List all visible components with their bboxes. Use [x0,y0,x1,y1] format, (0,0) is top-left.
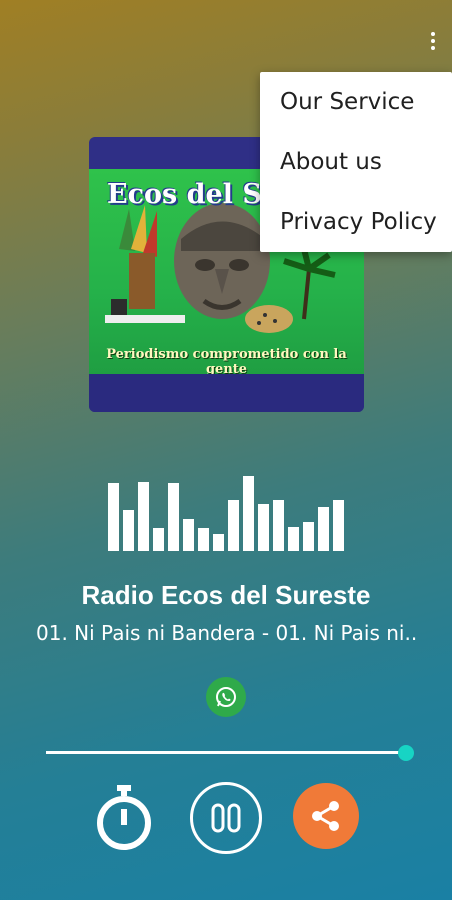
seek-bar-thumb[interactable] [398,745,414,761]
share-button[interactable] [293,783,359,849]
menu-item-our-service[interactable]: Our Service [260,72,452,132]
pause-button[interactable] [190,782,262,854]
cover-title: Ecos del S [107,179,262,210]
equalizer-bar [243,476,254,551]
track-title: 01. Ni Pais ni Bandera - 01. Ni Pais ni.… [36,621,418,645]
equalizer-bar [168,483,179,551]
equalizer-bar [198,528,209,551]
equalizer-bar [303,522,314,551]
pause-icon [211,803,241,833]
equalizer-bar [213,534,224,551]
whatsapp-icon[interactable] [206,677,246,717]
overflow-menu: Our Service About us Privacy Policy [260,72,452,252]
cover-subtitle: Periodismo comprometido con la gente [106,347,347,377]
equalizer-visualizer [108,476,346,551]
equalizer-bar [228,500,239,551]
share-icon [312,801,339,831]
equalizer-bar [273,500,284,551]
equalizer-bar [183,519,194,551]
overflow-menu-icon[interactable] [420,24,446,58]
equalizer-bar [123,510,134,551]
equalizer-bar [318,507,329,551]
equalizer-bar [138,482,149,551]
equalizer-bar [258,504,269,551]
menu-item-privacy-policy[interactable]: Privacy Policy [260,192,452,252]
station-name: Radio Ecos del Sureste [81,580,371,610]
equalizer-bar [108,483,119,551]
cover-bottom-strip [89,374,364,412]
seek-bar[interactable] [46,751,408,754]
equalizer-bar [288,527,299,551]
menu-item-about-us[interactable]: About us [260,132,452,192]
stopwatch-icon[interactable] [92,783,156,850]
equalizer-bar [333,500,344,551]
equalizer-bar [153,528,164,551]
